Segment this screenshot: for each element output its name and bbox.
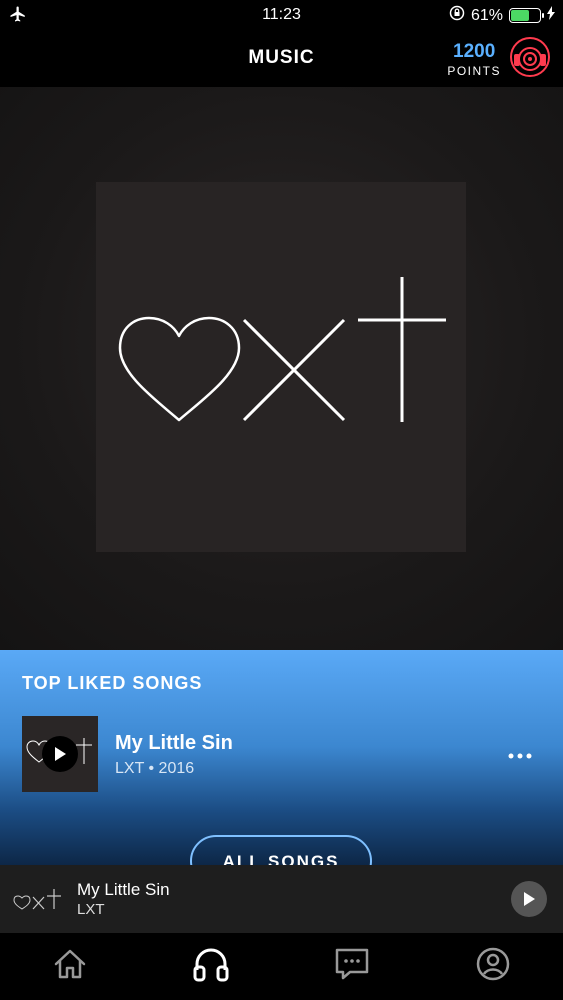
- song-title: My Little Sin: [115, 732, 233, 754]
- status-bar: 11:23 61%: [0, 0, 563, 30]
- section-heading: TOP LIKED SONGS: [22, 673, 203, 693]
- play-icon[interactable]: [42, 736, 78, 772]
- now-playing-title: My Little Sin: [77, 880, 170, 899]
- tab-messages[interactable]: [322, 942, 382, 992]
- now-playing-artist: LXT: [77, 901, 105, 918]
- chat-icon: [334, 946, 370, 987]
- profile-icon: [475, 946, 511, 987]
- now-playing-bar[interactable]: My Little Sin LXT: [0, 865, 563, 933]
- header: MUSIC 1200 POINTS: [0, 30, 563, 86]
- lxt-logo: [118, 277, 446, 422]
- album-cover[interactable]: [96, 182, 466, 552]
- tab-profile[interactable]: [463, 942, 523, 992]
- battery-icon: [509, 8, 544, 23]
- tab-home[interactable]: [40, 942, 100, 992]
- points-headphones-icon: [509, 36, 551, 83]
- tab-bar: [0, 933, 563, 1000]
- points-label: POINTS: [447, 64, 501, 78]
- airplane-icon: [8, 5, 28, 28]
- more-options-icon[interactable]: [508, 742, 532, 765]
- status-right: 61%: [449, 5, 555, 26]
- headphones-icon: [192, 946, 230, 987]
- album-hero: [0, 87, 563, 650]
- battery-percent: 61%: [470, 6, 503, 24]
- home-icon: [52, 946, 88, 987]
- song-thumbnail[interactable]: [22, 716, 98, 792]
- page-title: MUSIC: [248, 47, 315, 68]
- rotation-lock-icon: [449, 5, 465, 26]
- song-row[interactable]: My Little Sin LXT • 2016: [22, 716, 542, 792]
- tab-music[interactable]: [181, 942, 241, 992]
- points-value: 1200: [453, 41, 496, 62]
- all-songs-button[interactable]: ALL SONGS: [190, 835, 372, 865]
- now-playing-art: [12, 885, 64, 915]
- now-playing-play-button[interactable]: [511, 881, 547, 917]
- top-liked-songs: TOP LIKED SONGS My Little Sin LXT • 2016…: [0, 650, 563, 865]
- points-widget[interactable]: 1200 POINTS: [447, 36, 551, 83]
- charging-icon: [547, 6, 555, 25]
- status-time: 11:23: [262, 6, 301, 23]
- song-meta: LXT • 2016: [115, 760, 195, 777]
